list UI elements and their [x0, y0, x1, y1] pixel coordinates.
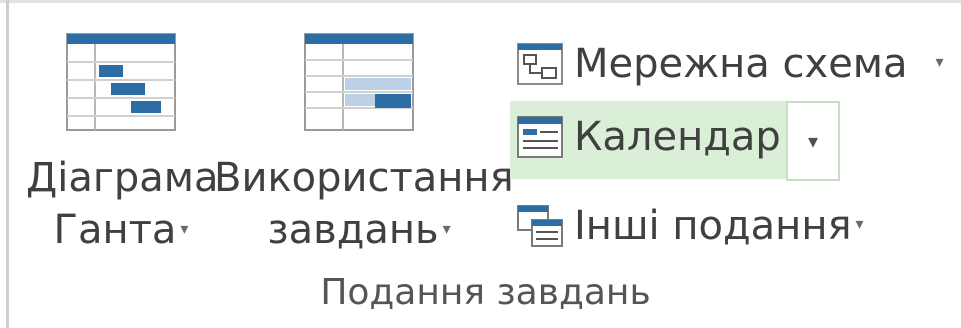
- network-diagram-icon: [510, 42, 570, 86]
- network-diagram-label: Мережна схема: [574, 41, 908, 87]
- task-usage-icon: [303, 32, 415, 136]
- other-views-label: Інші подання: [574, 203, 852, 249]
- ribbon-panel: Діаграма Ганта ▾ Використання завдань ▾ …: [0, 0, 961, 328]
- task-usage-button[interactable]: Використання завдань ▾: [214, 22, 514, 258]
- ribbon-group-label: Подання завдань: [320, 272, 651, 313]
- task-usage-label-line2-row: завдань ▾: [214, 204, 504, 258]
- chevron-down-icon: ▾: [807, 129, 819, 153]
- other-views-button[interactable]: Інші подання ▾: [510, 190, 864, 262]
- gantt-chart-label-line2-row: Ганта ▾: [26, 204, 216, 258]
- calendar-label: Календар: [574, 114, 781, 160]
- calendar-icon: [510, 115, 570, 159]
- chevron-down-icon: ▾: [442, 219, 451, 238]
- calendar-button[interactable]: Календар: [510, 101, 781, 173]
- chevron-down-icon: ▾: [855, 213, 864, 233]
- network-diagram-button[interactable]: Мережна схема ▾: [510, 28, 944, 100]
- other-views-icon: [510, 204, 570, 248]
- task-usage-label-line1: Використання: [214, 155, 514, 201]
- task-usage-label-line2: завдань: [267, 207, 439, 253]
- ribbon-top-border: [0, 0, 961, 3]
- chevron-down-icon: ▾: [180, 219, 189, 238]
- gantt-chart-button[interactable]: Діаграма Ганта ▾: [26, 22, 219, 258]
- gantt-chart-label-line1: Діаграма: [26, 155, 219, 201]
- gantt-chart-icon: [65, 32, 177, 136]
- gantt-chart-label-line2: Ганта: [53, 207, 177, 253]
- calendar-dropdown-button[interactable]: ▾: [786, 101, 840, 181]
- chevron-down-icon[interactable]: ▾: [936, 52, 944, 71]
